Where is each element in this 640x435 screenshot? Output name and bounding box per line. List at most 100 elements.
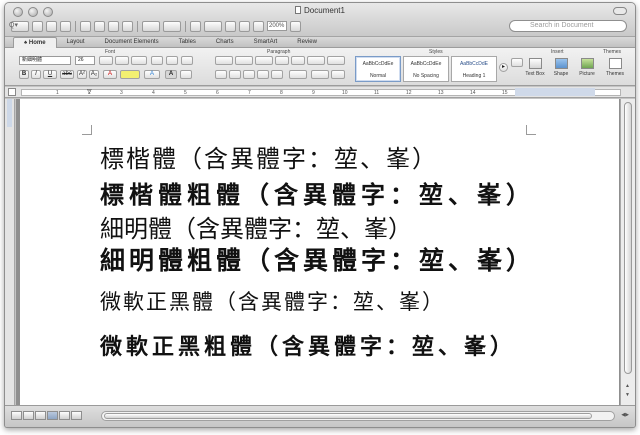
subscript-button[interactable]: A₂ [89, 70, 99, 79]
draft-view-icon[interactable] [11, 411, 22, 420]
shading-button[interactable] [327, 56, 345, 65]
tab-review[interactable]: Review [287, 37, 327, 48]
justify-button[interactable] [257, 70, 269, 79]
styles-more-icon[interactable]: ▸ [499, 63, 508, 72]
style-no-spacing[interactable]: AaBbCcDdEe No Spacing [403, 56, 449, 82]
text-line-kaiti-bold[interactable]: 標楷體粗體（含異體字：堃、峯） [100, 175, 535, 210]
underline-button[interactable]: U [43, 70, 57, 79]
text-line-jhenghei[interactable]: 微軟正黑體（含異體字：堃、峯） [100, 286, 445, 316]
style-normal[interactable]: AaBbCcDdEe Normal [355, 56, 401, 82]
tab-charts[interactable]: Charts [206, 37, 244, 48]
ruler-tick: 5 [184, 90, 187, 96]
character-shading-button[interactable]: A [165, 70, 177, 79]
strikethrough-button[interactable]: abc [60, 70, 74, 79]
font-name-select[interactable]: 新細明體 [19, 56, 71, 65]
style-heading-1[interactable]: AaBbCcDdE Heading 1 [451, 56, 497, 82]
distributed-button[interactable] [271, 70, 283, 79]
tab-home[interactable]: ♠ Home [13, 37, 57, 48]
highlight-button[interactable] [120, 70, 140, 79]
ruler-tick: 8 [280, 90, 283, 96]
group-label-styles: Styles [429, 49, 443, 55]
align-center-button[interactable] [229, 70, 241, 79]
ruler-tick: 3 [120, 90, 123, 96]
title-bar: Document1 200% Search in Document Q▾ [5, 3, 635, 37]
group-label-paragraph: Paragraph [267, 49, 291, 55]
ruler-tick: 14 [470, 90, 476, 96]
vertical-scrollbar[interactable]: ▲ ▼ [620, 99, 635, 405]
horizontal-ruler[interactable]: 1 2 3 4 5 6 7 8 9 10 11 12 13 14 15 16 1… [5, 87, 635, 98]
ruler-tick: 7 [248, 90, 251, 96]
themes-icon [608, 58, 622, 69]
search-input[interactable]: Search in Document [509, 20, 627, 32]
grow-font-button[interactable] [99, 56, 113, 65]
horizontal-scroll-thumb[interactable] [104, 413, 592, 419]
decrease-indent-button[interactable] [275, 56, 289, 65]
scroll-up-arrow-icon[interactable]: ▲ [625, 383, 630, 389]
shape-button[interactable]: Shape [551, 58, 571, 77]
scroll-left-right-arrows-icon[interactable]: ◀▶ [621, 412, 629, 418]
horizontal-scrollbar[interactable] [101, 411, 615, 421]
tab-smartart[interactable]: SmartArt [244, 37, 288, 48]
phonetic-guide-button[interactable] [166, 56, 178, 65]
align-left-button[interactable] [215, 70, 227, 79]
character-border-button[interactable] [181, 56, 193, 65]
tab-layout[interactable]: Layout [57, 37, 95, 48]
outline-view-icon[interactable] [23, 411, 34, 420]
font-size-select[interactable]: 26 [75, 56, 95, 65]
superscript-button[interactable]: A² [77, 70, 87, 79]
font-color-button[interactable]: A [103, 70, 117, 79]
change-case-button[interactable] [131, 56, 147, 65]
borders-button[interactable] [331, 70, 345, 79]
scroll-down-arrow-icon[interactable]: ▼ [625, 392, 630, 398]
print-layout-view-icon[interactable] [47, 411, 58, 420]
crop-mark-top-left [82, 125, 92, 135]
bold-button[interactable]: B [19, 70, 29, 79]
shrink-font-button[interactable] [115, 56, 129, 65]
first-line-indent-marker[interactable]: ▽ [87, 88, 92, 95]
crop-mark-top-right [526, 125, 536, 135]
view-switcher [11, 411, 82, 420]
themes-button[interactable]: Themes [605, 58, 625, 77]
text-effects-button[interactable]: A [144, 70, 160, 79]
focus-view-icon[interactable] [71, 411, 82, 420]
ribbon-tabs: ♠ Home Layout Document Elements Tables C… [5, 37, 635, 48]
shape-icon [554, 58, 568, 69]
enclose-characters-button[interactable] [180, 70, 192, 79]
bullets-button[interactable] [215, 56, 233, 65]
text-line-jhenghei-bold[interactable]: 微軟正黑粗體（含異體字：堃、峯） [100, 329, 516, 361]
picture-icon [580, 58, 594, 69]
right-margin-area [515, 88, 595, 96]
numbering-button[interactable] [235, 56, 253, 65]
word-window: Document1 200% Search in Document Q▾ ♠ H… [4, 2, 636, 428]
tab-document-elements[interactable]: Document Elements [95, 37, 169, 48]
group-label-themes: Themes [603, 49, 622, 55]
align-right-button[interactable] [243, 70, 255, 79]
line-spacing-button[interactable] [289, 70, 307, 79]
picture-button[interactable]: Picture [577, 58, 597, 77]
clear-formatting-button[interactable] [151, 56, 163, 65]
notebook-view-icon[interactable] [59, 411, 70, 420]
ruler-tick: 9 [312, 90, 315, 96]
text-direction-button[interactable] [311, 70, 329, 79]
tab-stop-selector[interactable] [8, 88, 16, 96]
increase-indent-button[interactable] [291, 56, 305, 65]
text-line-mingliu[interactable]: 細明體（含異體字：堃、峯） [100, 209, 412, 244]
toolbar-toggle-button[interactable] [613, 7, 627, 15]
italic-button[interactable]: I [31, 70, 41, 79]
text-line-mingliu-bold[interactable]: 細明體粗體（含異體字：堃、峯） [100, 241, 535, 277]
ruler-tick: 6 [216, 90, 219, 96]
document-page[interactable]: 標楷體（含異體字：堃、峯） 標楷體粗體（含異體字：堃、峯） 細明體（含異體字：堃… [20, 99, 619, 405]
text-line-kaiti[interactable]: 標楷體（含異體字：堃、峯） [100, 139, 438, 174]
tab-tables[interactable]: Tables [169, 37, 206, 48]
document-canvas: 標楷體（含異體字：堃、峯） 標楷體粗體（含異體字：堃、峯） 細明體（含異體字：堃… [16, 99, 620, 405]
styles-pane-icon[interactable] [511, 58, 523, 67]
sort-button[interactable] [307, 56, 325, 65]
text-box-button[interactable]: Text Box [525, 58, 545, 77]
search-icon: Q▾ [9, 22, 18, 29]
vertical-ruler[interactable] [5, 99, 15, 405]
ruler-tick: 1 [56, 90, 59, 96]
multilevel-list-button[interactable] [255, 56, 273, 65]
group-label-insert: Insert [551, 49, 564, 55]
vertical-scroll-thumb[interactable] [624, 102, 632, 374]
publishing-view-icon[interactable] [35, 411, 46, 420]
